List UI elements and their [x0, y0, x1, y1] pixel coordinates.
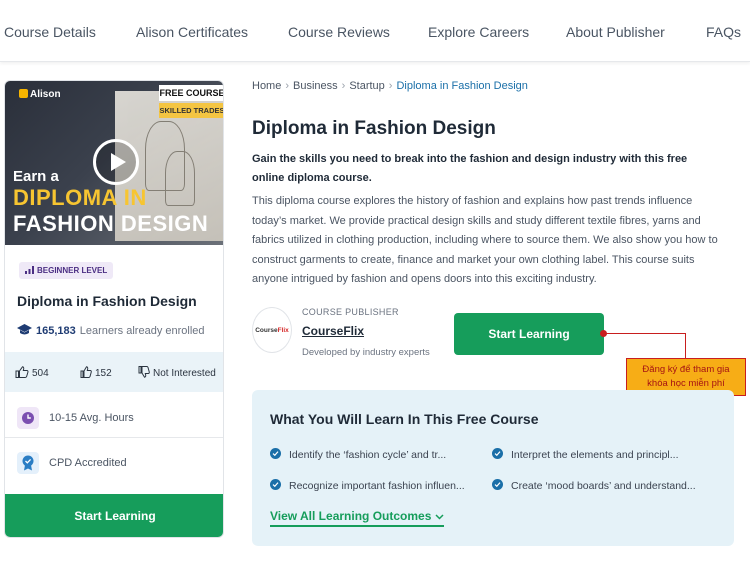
- like-icon: [15, 366, 29, 378]
- play-video-button[interactable]: [93, 139, 139, 185]
- cpd-badge-icon: [17, 452, 39, 474]
- publisher-subtitle: Developed by industry experts: [302, 347, 430, 358]
- annotation-connector-vertical: [685, 333, 686, 358]
- thumbs-down-icon: [138, 366, 150, 378]
- graduation-cap-icon: [17, 324, 32, 335]
- start-learning-button[interactable]: Start Learning: [454, 313, 604, 355]
- view-all-outcomes-link[interactable]: View All Learning Outcomes: [270, 509, 445, 527]
- thumbs-up-icon: [80, 366, 92, 378]
- play-icon: [111, 153, 126, 171]
- breadcrumb-home[interactable]: Home: [252, 80, 281, 92]
- course-lead: Gain the skills you need to break into t…: [252, 153, 688, 184]
- publisher-label: COURSE PUBLISHER: [302, 307, 399, 317]
- check-circle-icon: [492, 479, 503, 490]
- not-interested-button[interactable]: Not Interested: [138, 366, 216, 379]
- chevron-down-icon: [435, 514, 444, 520]
- learning-outcomes-title: What You Will Learn In This Free Course: [270, 411, 539, 427]
- tab-alison-certificates[interactable]: Alison Certificates: [136, 24, 248, 40]
- breadcrumb-business[interactable]: Business: [293, 80, 338, 92]
- check-circle-icon: [492, 448, 503, 459]
- annotation-connector: [604, 333, 686, 334]
- thumbs-up-stat[interactable]: 152: [80, 366, 112, 379]
- alison-logo: Alison: [19, 89, 61, 100]
- tab-faqs[interactable]: FAQs: [706, 24, 741, 40]
- level-bars-icon: [25, 266, 34, 274]
- learning-outcome: Recognize important fashion influen...: [270, 479, 465, 492]
- avg-hours: 10-15 Avg. Hours: [17, 407, 134, 429]
- learning-outcomes-panel: What You Will Learn In This Free Course …: [252, 390, 734, 546]
- chevron-right-icon: ›: [341, 80, 346, 92]
- card-start-learning-button[interactable]: Start Learning: [5, 494, 223, 537]
- check-circle-icon: [270, 479, 281, 490]
- breadcrumb-current[interactable]: Diploma in Fashion Design: [396, 80, 527, 92]
- reactions-band: 504 152 Not Interested: [5, 352, 223, 392]
- clock-icon: [17, 407, 39, 429]
- skilled-trades-badge: SKILLED TRADES: [159, 103, 223, 118]
- publisher-name-link[interactable]: CourseFlix: [302, 324, 364, 338]
- thumbnail-line-fashion: FASHION DESIGN: [13, 211, 209, 236]
- breadcrumb-startup[interactable]: Startup: [349, 80, 384, 92]
- tab-course-reviews[interactable]: Course Reviews: [288, 24, 390, 40]
- free-course-badge: FREE COURSE: [159, 85, 223, 101]
- cpd-accreditation: CPD Accredited: [17, 452, 127, 474]
- chevron-right-icon: ›: [285, 80, 290, 92]
- course-card: Alison FREE COURSE SKILLED TRADES Earn a…: [4, 80, 224, 538]
- learning-outcome: Create ‘mood boards’ and understand...: [492, 479, 696, 492]
- tab-explore-careers[interactable]: Explore Careers: [428, 24, 529, 40]
- publisher-logo[interactable]: CourseFlix: [252, 307, 292, 353]
- chevron-right-icon: ›: [388, 80, 393, 92]
- card-divider: [5, 437, 223, 438]
- top-navigation: Course Details Alison Certificates Cours…: [0, 0, 750, 62]
- learning-outcome: Identify the ‘fashion cycle’ and tr...: [270, 448, 446, 461]
- page-title: Diploma in Fashion Design: [252, 118, 496, 139]
- tab-course-details[interactable]: Course Details: [4, 24, 96, 40]
- course-description: This diploma course explores the history…: [252, 195, 718, 285]
- level-badge: BEGINNER LEVEL: [19, 262, 114, 279]
- alison-logo-icon: [19, 89, 28, 98]
- annotation-dot: [600, 330, 607, 337]
- breadcrumb: Home › Business › Startup › Diploma in Fashion…: [252, 80, 528, 92]
- card-course-title: Diploma in Fashion Design: [17, 293, 197, 309]
- thumbnail-line-diploma: DIPLOMA IN: [13, 185, 147, 210]
- thumbnail-line-earn: Earn a: [13, 168, 59, 185]
- course-thumbnail[interactable]: Alison FREE COURSE SKILLED TRADES Earn a…: [5, 81, 223, 245]
- tab-about-publisher[interactable]: About Publisher: [566, 24, 665, 40]
- learning-outcome: Interpret the elements and principl...: [492, 448, 679, 461]
- enrolled-count: 165,183 Learners already enrolled: [17, 324, 205, 337]
- check-circle-icon: [270, 448, 281, 459]
- likes-stat[interactable]: 504: [15, 366, 49, 379]
